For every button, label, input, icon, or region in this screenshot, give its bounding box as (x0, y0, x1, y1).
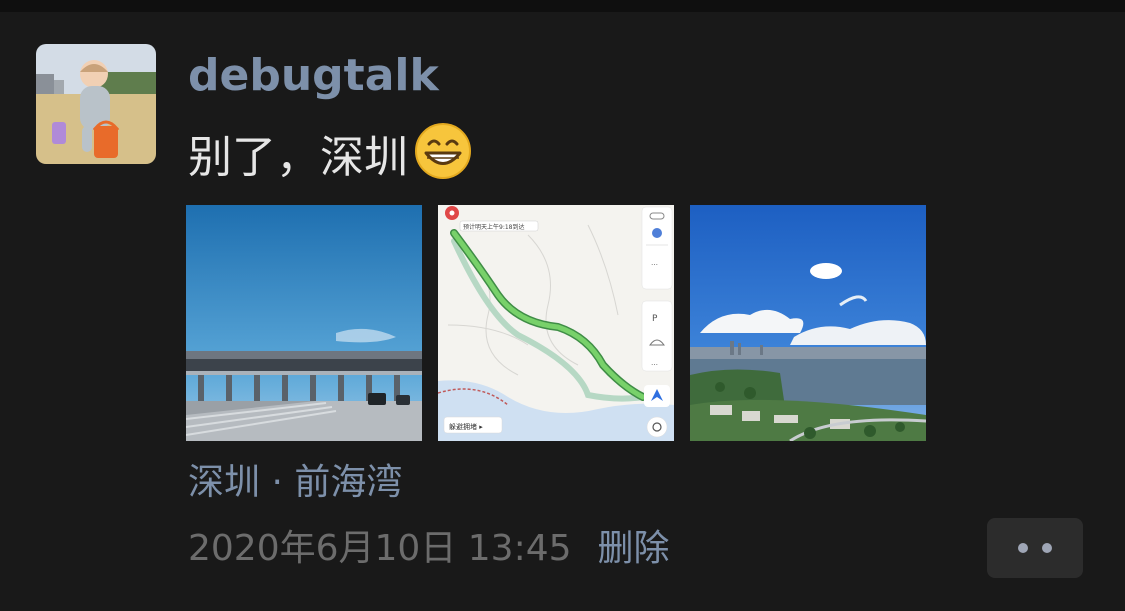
post-text-line: 别了，深圳 (188, 122, 472, 188)
svg-text:预计明天上午9:18到达: 预计明天上午9:18到达 (463, 223, 524, 231)
svg-text:躲避拥堵 ▸: 躲避拥堵 ▸ (449, 422, 483, 431)
avatar[interactable] (36, 44, 156, 164)
location-link[interactable]: 深圳 · 前海湾 (188, 458, 402, 508)
svg-text:…: … (651, 259, 658, 267)
photo-toll-gate[interactable] (186, 205, 422, 441)
dot-icon (1018, 543, 1028, 553)
post-timestamp: 2020年6月10日 13:45 (188, 528, 572, 569)
post-text: 别了，深圳 (188, 132, 408, 183)
map-route-icon: 预计明天上午9:18到达 … P … 躲避拥堵 ▸ (438, 205, 674, 441)
photo-route-map[interactable]: 预计明天上午9:18到达 … P … 躲避拥堵 ▸ (438, 205, 674, 441)
author-name[interactable]: debugtalk (188, 50, 439, 102)
more-actions-button[interactable] (987, 518, 1083, 578)
toll-gate-highway-icon (186, 205, 422, 441)
svg-text:P: P (652, 314, 658, 324)
avatar-photo (36, 44, 156, 164)
photo-bay-skyline[interactable] (690, 205, 926, 441)
bay-skyline-icon (690, 205, 926, 441)
delete-button[interactable]: 删除 (598, 528, 670, 569)
grinning-face-icon (414, 122, 472, 180)
svg-text:…: … (651, 359, 658, 367)
dot-icon (1042, 543, 1052, 553)
top-status-strip (0, 0, 1125, 12)
post-meta: 2020年6月10日 13:45 删除 (188, 522, 670, 576)
